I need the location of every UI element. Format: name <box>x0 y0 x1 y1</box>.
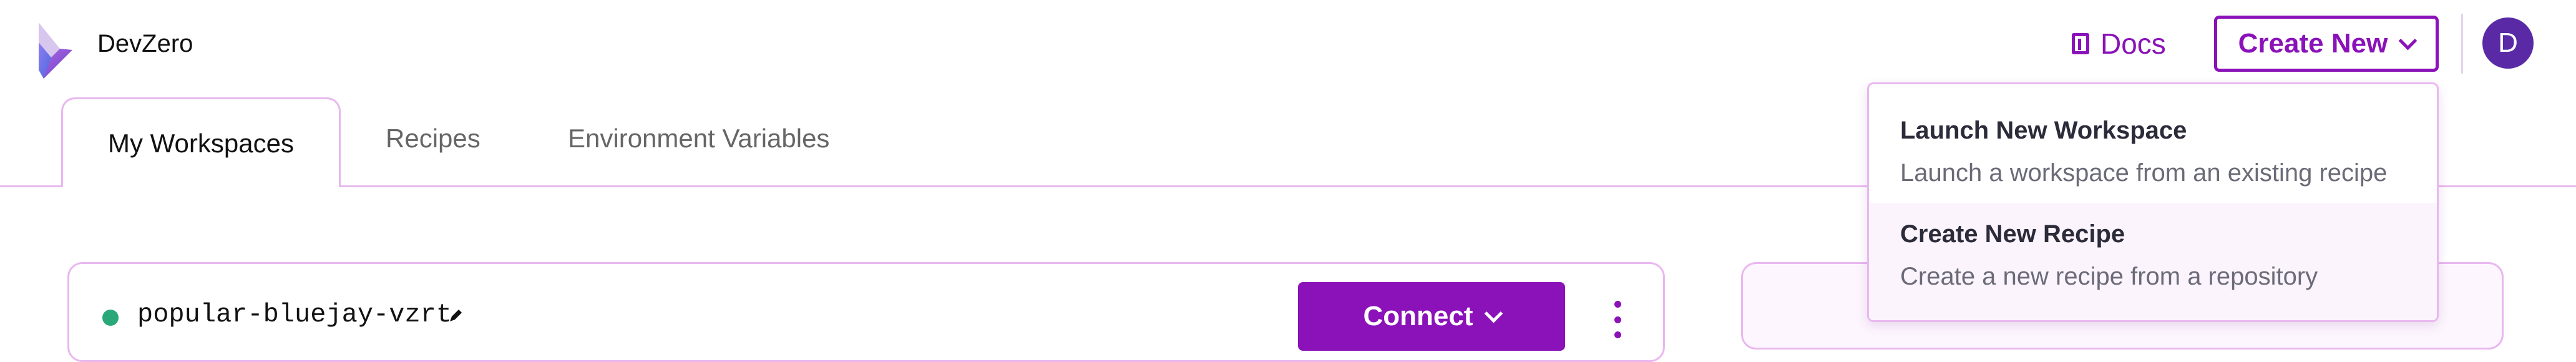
create-new-dropdown: Launch New Workspace Launch a workspace … <box>1867 82 2439 322</box>
chevron-down-icon <box>1484 304 1503 323</box>
menu-item-create-recipe[interactable]: Create New Recipe Create a new recipe fr… <box>1869 203 2437 320</box>
book-icon <box>2072 33 2089 54</box>
header-divider <box>2461 14 2463 74</box>
menu-item-title: Create New Recipe <box>1900 220 2125 248</box>
connect-label: Connect <box>1363 301 1473 331</box>
create-new-button[interactable]: Create New <box>2214 16 2439 72</box>
status-indicator <box>102 310 119 326</box>
kebab-menu-icon[interactable] <box>1610 301 1625 338</box>
tab-environment-variables[interactable]: Environment Variables <box>568 124 829 154</box>
tab-recipes[interactable]: Recipes <box>386 124 481 154</box>
pencil-icon[interactable] <box>448 307 464 323</box>
workspace-name: popular-bluejay-vzrt <box>137 300 452 330</box>
chevron-down-icon <box>2398 31 2417 50</box>
menu-item-description: Launch a workspace from an existing reci… <box>1900 159 2388 187</box>
menu-item-title: Launch New Workspace <box>1900 117 2187 144</box>
avatar[interactable]: D <box>2482 17 2534 69</box>
create-new-label: Create New <box>2238 28 2388 59</box>
devzero-logo <box>39 22 72 79</box>
brand-name: DevZero <box>97 30 193 57</box>
tab-my-workspaces[interactable]: My Workspaces <box>61 97 341 187</box>
menu-item-launch-workspace[interactable]: Launch New Workspace Launch a workspace … <box>1869 84 2437 203</box>
menu-item-description: Create a new recipe from a repository <box>1900 263 2318 290</box>
connect-button[interactable]: Connect <box>1298 282 1565 351</box>
docs-label: Docs <box>2100 27 2166 60</box>
docs-link[interactable]: Docs <box>2072 25 2166 62</box>
